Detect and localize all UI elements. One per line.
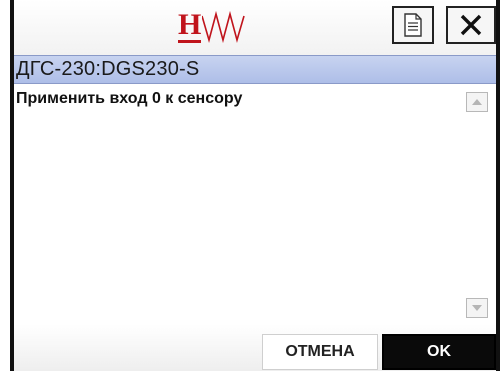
wave-icon bbox=[202, 10, 245, 44]
header-bar: H bbox=[14, 0, 496, 55]
brand-logo: H bbox=[174, 8, 248, 46]
right-border bbox=[496, 0, 500, 371]
close-icon bbox=[460, 14, 482, 36]
footer-bar: ОТМЕНА OK bbox=[14, 324, 496, 371]
cancel-button[interactable]: ОТМЕНА bbox=[262, 334, 378, 370]
window-title-bar: ДГС-230:DGS230-S bbox=[14, 55, 496, 84]
ok-button[interactable]: OK bbox=[382, 334, 496, 370]
document-button[interactable] bbox=[392, 6, 434, 44]
document-icon bbox=[404, 13, 422, 37]
scroll-up-button[interactable] bbox=[466, 92, 488, 112]
close-button[interactable] bbox=[446, 6, 496, 44]
content-area: Применить вход 0 к сенсору bbox=[14, 84, 496, 324]
scroll-down-button[interactable] bbox=[466, 298, 488, 318]
message-text: Применить вход 0 к сенсору bbox=[16, 90, 243, 107]
window-title: ДГС-230:DGS230-S bbox=[16, 58, 200, 80]
logo-letter: H bbox=[178, 8, 202, 43]
arrow-down-icon bbox=[472, 305, 482, 311]
arrow-up-icon bbox=[472, 99, 482, 105]
dialog-window: H ДГС-230:DGS230-S Применить вход 0 к се… bbox=[0, 0, 502, 371]
